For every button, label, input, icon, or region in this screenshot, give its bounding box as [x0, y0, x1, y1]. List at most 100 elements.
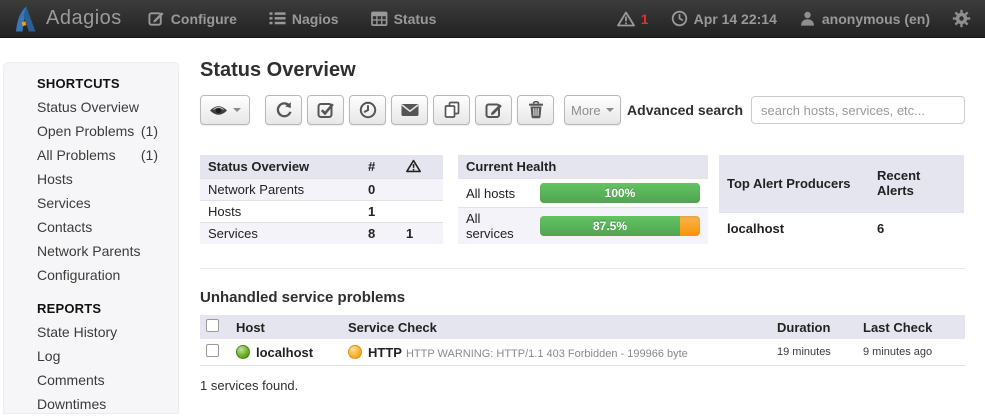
table-row[interactable]: localhost HTTPHTTP WARNING: HTTP/1.1 403… [200, 339, 965, 366]
edit-button[interactable] [475, 95, 512, 125]
nav-status[interactable]: Status [371, 11, 437, 27]
adagios-logo-icon [14, 6, 37, 32]
sidebar-item-comments[interactable]: Comments [4, 368, 178, 392]
row-label: All hosts [458, 179, 536, 208]
row-count: 0 [360, 179, 398, 201]
status-overview-table: Status Overview # Network Parents 0 [200, 155, 443, 244]
row-label: Network Parents [200, 179, 360, 201]
last-check-column-header: Last Check [857, 315, 965, 339]
brand-name: Adagios [46, 7, 122, 30]
sidebar-section-shortcuts: SHORTCUTS [4, 72, 178, 95]
service-column-header: Service Check [342, 315, 771, 339]
table-row: All services 87.5% [458, 208, 708, 245]
search-input[interactable] [751, 96, 965, 124]
envelope-icon [401, 103, 419, 117]
sidebar-item-hosts[interactable]: Hosts [4, 167, 178, 191]
sidebar-item-services[interactable]: Services [4, 191, 178, 215]
gear-icon [952, 9, 971, 28]
nav-alert-count: 1 [641, 11, 649, 27]
clock-icon [359, 101, 377, 119]
sidebar-item-log[interactable]: Log [4, 344, 178, 368]
nav-user[interactable]: anonymous (en) [799, 10, 930, 27]
summary-panels: Status Overview # Network Parents 0 [200, 155, 965, 244]
service-warning-status-icon [348, 345, 362, 359]
alert-producers-header: Top Alert Producers [719, 155, 869, 212]
nav-datetime-label: Apr 14 22:14 [694, 11, 777, 27]
sidebar-item-label: Contacts [37, 218, 92, 236]
row-label: All services [458, 208, 536, 245]
refresh-icon [275, 101, 293, 119]
producer-count: 6 [869, 212, 964, 244]
nav-nagios[interactable]: Nagios [269, 11, 339, 27]
top-navbar: Adagios Configure Nagios [0, 0, 985, 38]
results-count: 1 services found. [200, 378, 965, 393]
recent-alerts-header: Recent Alerts [869, 155, 964, 212]
nav-alerts[interactable]: 1 [617, 11, 649, 27]
sidebar-item-status-overview[interactable]: Status Overview [4, 95, 178, 119]
sidebar-item-configuration[interactable]: Configuration [4, 263, 178, 287]
hosts-health-progressbar: 100% [540, 183, 700, 203]
producer-host[interactable]: localhost [719, 212, 869, 244]
sidebar-item-label: Downtimes [37, 395, 106, 413]
sidebar-item-label: Hosts [37, 170, 73, 188]
problems-section-title: Unhandled service problems [200, 289, 965, 306]
main-content: Status Overview [200, 38, 965, 393]
service-link[interactable]: HTTP [368, 345, 402, 360]
sidebar-item-label: Open Problems [37, 122, 134, 140]
refresh-button[interactable] [265, 95, 302, 125]
table-row[interactable]: Services 8 1 [200, 223, 443, 245]
advanced-search-label: Advanced search [627, 102, 743, 118]
duration-column-header: Duration [771, 315, 857, 339]
delete-button[interactable] [517, 95, 554, 125]
sidebar-item-label: Configuration [37, 266, 120, 284]
nav-nagios-label: Nagios [292, 11, 339, 27]
status-table-header: Status Overview [200, 155, 360, 179]
row-count: 8 [360, 223, 398, 245]
table-row: All hosts 100% [458, 179, 708, 208]
sidebar-item-contacts[interactable]: Contacts [4, 215, 178, 239]
sidebar-item-state-history[interactable]: State History [4, 320, 178, 344]
sidebar-item-label: State History [37, 323, 117, 341]
top-alert-producers-table: Top Alert Producers Recent Alerts localh… [719, 155, 964, 244]
sidebar-item-label: Log [37, 347, 60, 365]
sidebar-item-open-problems[interactable]: Open Problems (1) [4, 119, 178, 143]
more-button-label: More [571, 103, 601, 118]
more-button[interactable]: More [564, 95, 621, 125]
schedule-downtime-button[interactable] [349, 95, 386, 125]
sidebar-item-network-parents[interactable]: Network Parents [4, 239, 178, 263]
nav-settings[interactable] [952, 9, 971, 28]
row-label: Hosts [200, 201, 360, 223]
brand[interactable]: Adagios [14, 6, 122, 32]
chevron-down-icon [233, 108, 241, 112]
nav-configure[interactable]: Configure [148, 10, 237, 27]
edit-square-icon [485, 101, 503, 119]
copy-button[interactable] [433, 95, 470, 125]
row-problems: 1 [398, 223, 443, 245]
sidebar: SHORTCUTS Status Overview Open Problems … [3, 62, 179, 414]
host-link[interactable]: localhost [256, 345, 313, 360]
select-all-checkbox[interactable] [206, 319, 219, 332]
table-row[interactable]: Network Parents 0 [200, 179, 443, 201]
row-problems [398, 179, 443, 201]
copy-icon [443, 101, 461, 119]
notification-button[interactable] [391, 95, 428, 125]
sidebar-section-reports: REPORTS [4, 297, 178, 320]
table-row[interactable]: Hosts 1 [200, 201, 443, 223]
nav-datetime[interactable]: Apr 14 22:14 [671, 10, 777, 27]
acknowledge-button[interactable] [307, 95, 344, 125]
problems-table: Host Service Check Duration Last Check l… [200, 315, 965, 366]
table-row[interactable]: localhost 6 [719, 212, 964, 244]
row-checkbox[interactable] [206, 344, 219, 357]
sidebar-item-all-problems[interactable]: All Problems (1) [4, 143, 178, 167]
progressbar-fill: 100% [540, 183, 700, 203]
last-check-value: 9 minutes ago [857, 339, 965, 366]
count-column-header: # [360, 155, 398, 179]
trash-icon [528, 101, 544, 119]
user-icon [799, 10, 816, 27]
current-health-header: Current Health [458, 155, 708, 179]
clock-icon [671, 10, 688, 27]
sidebar-item-downtimes[interactable]: Downtimes [4, 392, 178, 416]
edit-square-icon [148, 10, 165, 27]
chevron-down-icon [606, 108, 614, 112]
view-dropdown-button[interactable] [200, 95, 250, 125]
